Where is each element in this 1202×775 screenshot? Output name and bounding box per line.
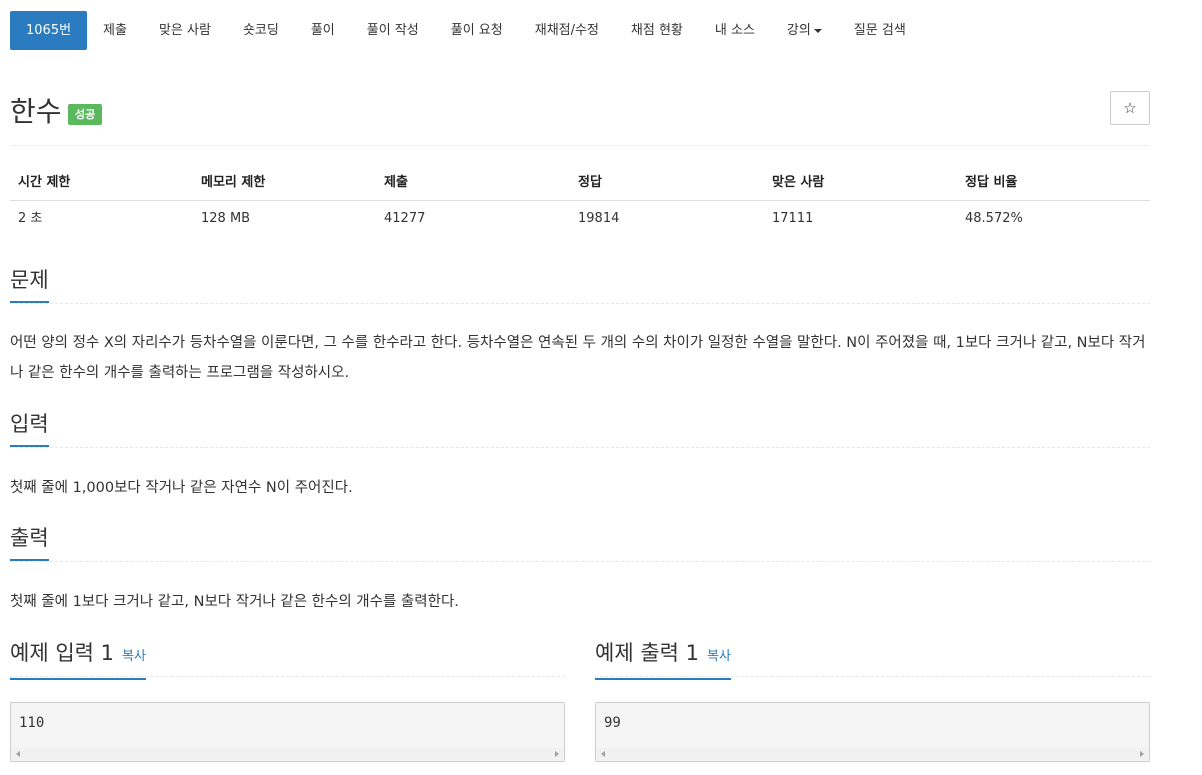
header-accepted: 정답 xyxy=(578,175,602,190)
copy-sample-input-link[interactable]: 복사 xyxy=(122,649,146,664)
problem-section-title: 문제 xyxy=(10,267,49,303)
nav-lectures-dropdown[interactable]: 강의 xyxy=(771,11,838,50)
section-divider xyxy=(10,447,1150,448)
horizontal-scrollbar[interactable] xyxy=(12,748,563,760)
sample-output-value: 99 xyxy=(604,715,621,731)
scroll-left-icon[interactable] xyxy=(601,751,605,757)
table-header-row: 시간 제한 메모리 제한 제출 정답 맞은 사람 정답 비율 xyxy=(10,166,1150,201)
sample-output-panel: 예제 출력 1 복사 99 xyxy=(595,640,1150,770)
horizontal-scrollbar[interactable] xyxy=(597,748,1148,760)
output-description: 첫째 줄에 1보다 크거나 같고, N보다 작거나 같은 한수의 개수를 출력한… xyxy=(10,594,459,610)
status-badge: 성공 xyxy=(68,104,103,125)
nav-write-solution[interactable]: 풀이 작성 xyxy=(351,11,435,50)
header-time-limit: 시간 제한 xyxy=(18,175,71,190)
section-divider xyxy=(10,676,565,677)
sample-input-value: 110 xyxy=(19,715,45,731)
sample-input-box[interactable]: 110 xyxy=(10,702,565,762)
nav-short-coding[interactable]: 숏코딩 xyxy=(227,11,295,50)
problem-nav: 1065번 제출 맞은 사람 숏코딩 풀이 풀이 작성 풀이 요청 재채점/수정… xyxy=(10,11,922,50)
value-solved-users: 17111 xyxy=(772,211,814,226)
problem-section-header: 문제 xyxy=(10,267,1150,304)
scroll-left-icon[interactable] xyxy=(16,751,20,757)
scroll-right-icon[interactable] xyxy=(1140,751,1144,757)
copy-sample-output-link[interactable]: 복사 xyxy=(707,649,731,664)
sample-output-header: 예제 출력 1 복사 xyxy=(595,640,731,680)
sample-input-header: 예제 입력 1 복사 xyxy=(10,640,146,680)
value-accept-ratio: 48.572% xyxy=(965,211,1023,226)
output-section-title: 출력 xyxy=(10,525,49,561)
nav-rejudge[interactable]: 재채점/수정 xyxy=(519,11,615,50)
problem-description: 어떤 양의 정수 X의 자리수가 등차수열을 이룬다면, 그 수를 한수라고 한… xyxy=(10,335,1146,381)
nav-status[interactable]: 채점 현황 xyxy=(615,11,699,50)
value-time-limit: 2 초 xyxy=(18,211,43,226)
nav-solutions[interactable]: 풀이 xyxy=(295,11,351,50)
input-section-title: 입력 xyxy=(10,411,49,447)
value-submissions: 41277 xyxy=(384,211,426,226)
header-solved-users: 맞은 사람 xyxy=(772,175,825,190)
page-title: 한수 xyxy=(10,95,62,128)
scroll-right-icon[interactable] xyxy=(555,751,559,757)
sample-output-box[interactable]: 99 xyxy=(595,702,1150,762)
section-divider xyxy=(595,676,1150,677)
title-divider xyxy=(10,145,1150,146)
favorite-star-button[interactable]: ☆ xyxy=(1110,91,1150,125)
sample-input-title: 예제 입력 1 xyxy=(10,641,114,665)
section-divider xyxy=(10,303,1150,304)
problem-info-table: 시간 제한 메모리 제한 제출 정답 맞은 사람 정답 비율 2 초 128 M… xyxy=(10,166,1150,237)
nav-problem-number[interactable]: 1065번 xyxy=(10,11,88,50)
input-description: 첫째 줄에 1,000보다 작거나 같은 자연수 N이 주어진다. xyxy=(10,480,353,496)
value-accepted: 19814 xyxy=(578,211,620,226)
nav-accepted-users[interactable]: 맞은 사람 xyxy=(143,11,227,50)
nav-request-solution[interactable]: 풀이 요청 xyxy=(435,11,519,50)
output-section-header: 출력 xyxy=(10,525,1150,562)
sample-output-title: 예제 출력 1 xyxy=(595,641,699,665)
section-divider xyxy=(10,561,1150,562)
nav-lectures-label: 강의 xyxy=(786,23,811,38)
header-memory-limit: 메모리 제한 xyxy=(201,175,266,190)
nav-question-search[interactable]: 질문 검색 xyxy=(838,11,922,50)
header-accept-ratio: 정답 비율 xyxy=(965,175,1018,190)
header-submissions: 제출 xyxy=(384,175,408,190)
caret-down-icon xyxy=(813,28,822,33)
sample-input-panel: 예제 입력 1 복사 110 xyxy=(10,640,565,770)
nav-my-source[interactable]: 내 소스 xyxy=(699,11,771,50)
input-section-header: 입력 xyxy=(10,411,1150,448)
value-memory-limit: 128 MB xyxy=(201,211,251,226)
table-row: 2 초 128 MB 41277 19814 17111 48.572% xyxy=(10,201,1150,237)
nav-submit[interactable]: 제출 xyxy=(87,11,143,50)
star-icon: ☆ xyxy=(1123,99,1137,117)
